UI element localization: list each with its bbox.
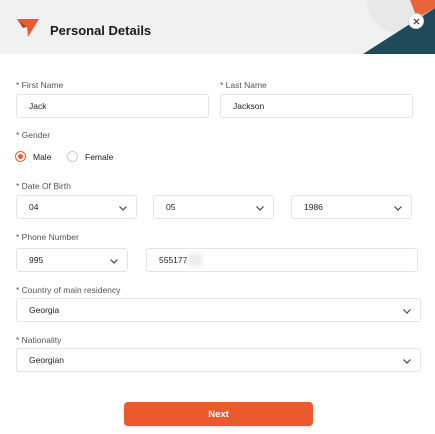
phone-number-label: * Phone Number xyxy=(16,232,79,242)
dob-year-value: 1986 xyxy=(304,202,323,212)
brand-arrow-logo-icon xyxy=(17,19,39,37)
modal-header: Personal Details xyxy=(0,0,435,54)
header-decoration xyxy=(363,0,435,54)
chevron-down-icon xyxy=(256,206,264,211)
first-name-label: * First Name xyxy=(16,80,64,90)
date-of-birth-label: * Date Of Birth xyxy=(16,181,71,191)
close-button[interactable] xyxy=(408,13,424,29)
dob-month-value: 05 xyxy=(166,202,176,212)
nationality-label: * Nationality xyxy=(16,335,62,345)
dob-year-select[interactable]: 1986 xyxy=(291,195,412,219)
phone-code-select[interactable]: 995 xyxy=(16,248,128,272)
chevron-down-icon xyxy=(110,259,118,264)
dob-day-value: 04 xyxy=(29,202,39,212)
country-select[interactable]: Georgia xyxy=(16,298,421,322)
next-button[interactable]: Next xyxy=(124,402,313,426)
gender-male-label[interactable]: Male xyxy=(33,152,51,162)
chevron-down-icon xyxy=(403,359,411,364)
gender-female-label[interactable]: Female xyxy=(85,152,113,162)
nationality-value: Georgian xyxy=(29,355,64,365)
gender-label: * Gender xyxy=(16,130,51,140)
gender-male-radio[interactable] xyxy=(15,151,26,162)
chevron-down-icon xyxy=(119,206,127,211)
phone-code-value: 995 xyxy=(29,255,44,265)
nationality-select[interactable]: Georgian xyxy=(16,348,421,372)
page-title: Personal Details xyxy=(50,23,152,38)
phone-number-value: 555177 xyxy=(159,255,188,265)
country-label: * Country of main residency xyxy=(16,285,121,295)
country-value: Georgia xyxy=(29,305,60,315)
dob-month-select[interactable]: 05 xyxy=(153,195,274,219)
phone-number-input[interactable]: 555177 xyxy=(146,248,418,272)
chevron-down-icon xyxy=(403,309,411,314)
last-name-input[interactable]: Jackson xyxy=(220,94,413,118)
dob-day-select[interactable]: 04 xyxy=(16,195,137,219)
close-icon xyxy=(412,17,420,25)
last-name-value: Jackson xyxy=(233,101,265,111)
gender-female-radio[interactable] xyxy=(67,151,78,162)
first-name-input[interactable]: Jack xyxy=(16,94,209,118)
redacted-digits xyxy=(188,253,203,267)
last-name-label: * Last Name xyxy=(220,80,267,90)
first-name-value: Jack xyxy=(29,101,47,111)
chevron-down-icon xyxy=(394,206,402,211)
